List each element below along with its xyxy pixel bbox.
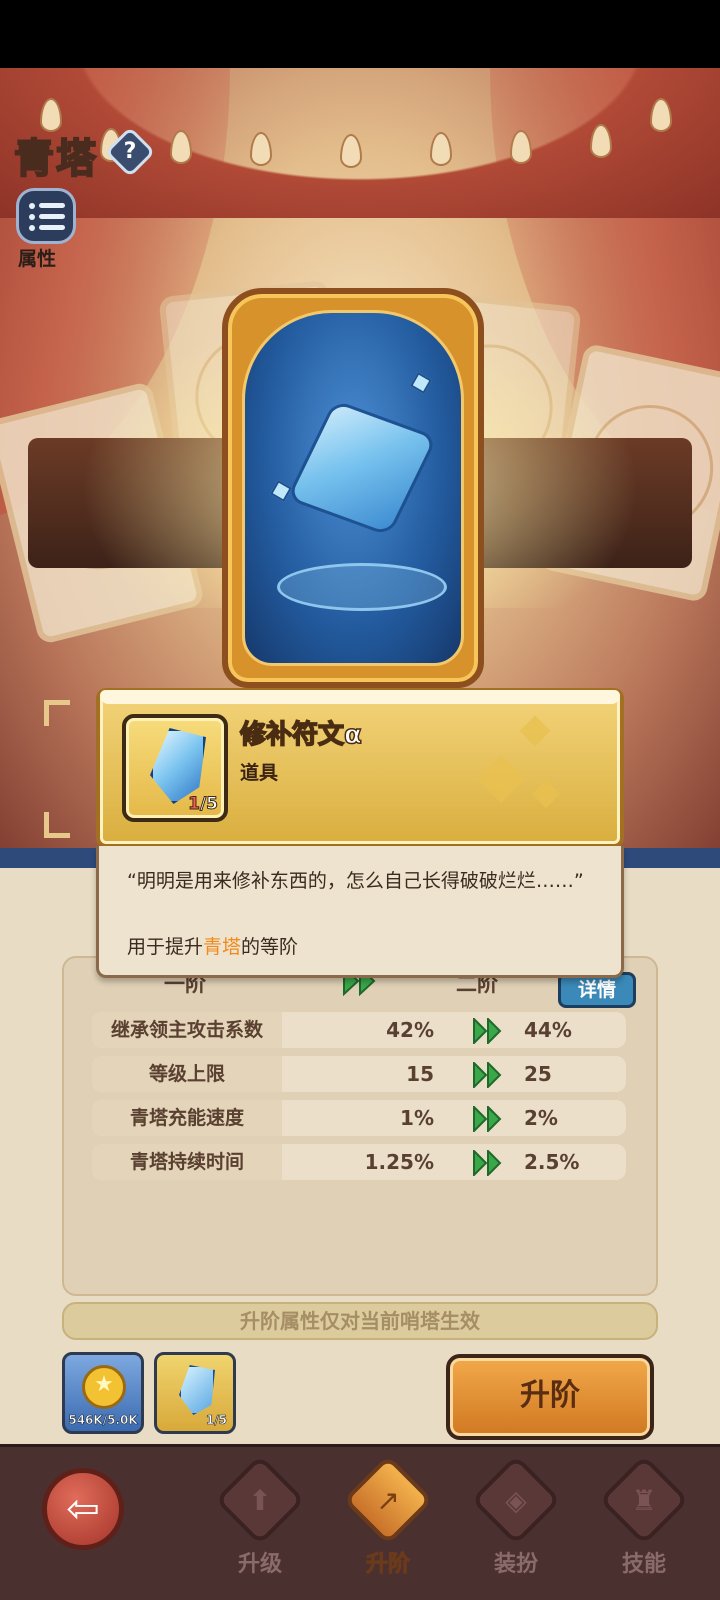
item-count-total: /5 [199,794,218,815]
costume-icon: ◈ [505,1484,527,1517]
decor-diamond [531,779,561,809]
item-count: 1/5 [188,794,219,815]
back-button[interactable]: ⇦ [42,1468,124,1550]
item-flavor-text: “明明是用来修补东西的，怎么自己长得破破烂烂……” [127,870,584,892]
nav-label: 升级 [237,1552,282,1577]
card-inner [242,310,464,666]
skill-icon: ♜ [631,1484,657,1517]
back-arrow-icon: ⇦ [66,1486,100,1532]
stat-name: 青塔充能速度 [92,1100,282,1136]
nav-label: 技能 [621,1552,666,1577]
coin-cost-slot[interactable]: 546K/5.0K [62,1352,144,1434]
list-icon [39,225,65,230]
stat-row: 青塔持续时间 1.25% 2.5% [92,1144,626,1180]
shard-icon [410,372,432,394]
stat-name: 等级上限 [92,1056,282,1092]
double-arrow-icon [473,1018,502,1044]
coin-icon [82,1365,126,1409]
nav-costume[interactable]: ◈ 装扮 [470,1454,562,1582]
featured-item-card [222,288,484,688]
item-type: 道具 [240,762,279,784]
decor-diamond [476,754,526,804]
rank-up-icon: ↗ [376,1484,400,1517]
rank-up-button[interactable]: 升阶 [446,1354,654,1440]
rune-cost-text: 1/5 [205,1413,228,1428]
nav-label: 装扮 [493,1552,538,1577]
status-bar [0,0,720,68]
upgrade-icon: ⬆ [248,1484,272,1517]
crystal-cube-icon [286,399,438,537]
tooltip-trim [100,690,620,704]
item-tooltip-header: 1/5 修补符文α 道具 [96,688,624,848]
rune-crystal-icon [179,1365,215,1415]
double-arrow-icon [473,1062,502,1088]
usage-prefix: 用于提升 [127,936,204,958]
nav-label: 升阶 [365,1552,410,1578]
question-icon: ? [123,139,137,164]
stat-old-value: 42% [386,1018,434,1042]
stat-old-value: 1% [400,1106,434,1130]
stat-row: 青塔充能速度 1% 2% [92,1100,626,1136]
double-arrow-icon [473,1106,502,1132]
attributes-label: 属性 [18,248,57,270]
list-icon [29,225,35,231]
item-count-current: 1 [188,794,201,815]
item-name: 修补符文α [239,719,362,751]
nav-skill[interactable]: ♜ 技能 [598,1454,690,1582]
list-icon [39,214,65,219]
nav-upgrade[interactable]: ⬆ 升级 [214,1454,306,1582]
item-icon-slot: 1/5 [122,714,228,822]
rune-cost-slot[interactable]: 1/5 [154,1352,236,1434]
stat-row: 继承领主攻击系数 42% 44% [92,1012,626,1048]
frame-corner [44,812,70,838]
list-icon [29,214,35,220]
frame-corner [44,700,70,726]
item-usage: 用于提升青塔的等阶 [127,932,298,959]
stat-row: 等级上限 15 25 [92,1056,626,1092]
item-tooltip-body: “明明是用来修补东西的，怎么自己长得破破烂烂……” 用于提升青塔的等阶 [96,846,624,978]
usage-highlight: 青塔 [203,936,242,958]
decor-diamond [519,715,551,747]
stat-new-value: 25 [524,1062,552,1086]
notice-text: 升阶属性仅对当前哨塔生效 [62,1302,658,1340]
stat-name: 继承领主攻击系数 [92,1012,282,1048]
usage-suffix: 的等阶 [241,936,299,958]
nav-rank-up[interactable]: ↗ 升阶 [342,1454,434,1582]
stat-old-value: 1.25% [364,1150,434,1174]
stat-name: 青塔持续时间 [92,1144,282,1180]
double-arrow-icon [473,1150,502,1176]
pedestal [277,563,447,611]
repair-rune-icon [150,728,206,804]
stat-new-value: 44% [524,1018,572,1042]
stat-new-value: 2% [524,1106,558,1130]
stat-new-value: 2.5% [524,1150,580,1174]
shard-icon [270,480,292,502]
page-title: 青塔 [13,135,98,183]
list-icon [39,203,65,208]
attributes-button[interactable] [16,188,76,244]
stat-old-value: 15 [406,1062,434,1086]
list-icon [29,203,35,209]
coin-cost-text: 546K/5.0K [68,1413,138,1428]
